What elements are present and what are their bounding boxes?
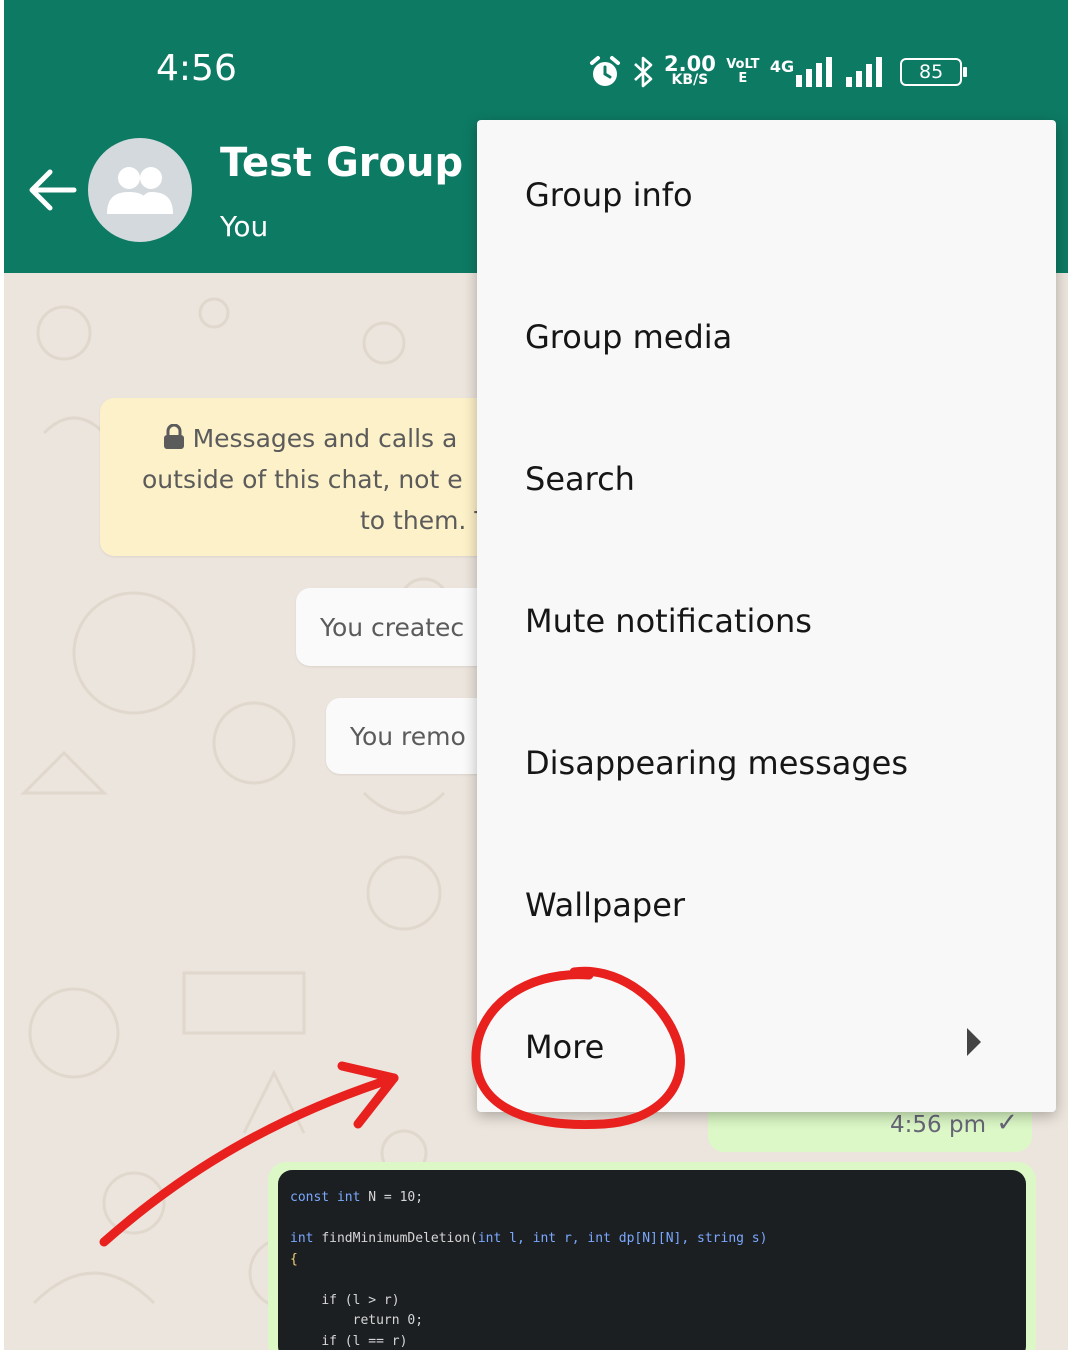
code-token: int l, int r, int dp[N][N], string s): [477, 1231, 768, 1246]
signal-4g: 4G: [770, 57, 836, 87]
code-token: const: [290, 1190, 330, 1205]
menu-item-more[interactable]: More: [525, 976, 1025, 1118]
encryption-line-3: to them. T: [360, 506, 490, 535]
code-line: return 0;: [352, 1313, 424, 1328]
code-token: N = 10;: [368, 1190, 424, 1205]
volte-badge: VoLTE: [726, 57, 760, 86]
menu-item-label: Wallpaper: [525, 886, 686, 924]
encryption-notice[interactable]: Messages and calls a outside of this cha…: [100, 398, 520, 556]
menu-item-label: Group info: [525, 176, 693, 214]
group-icon: [107, 167, 173, 214]
menu-item-search[interactable]: Search: [525, 408, 1025, 550]
menu-item-disappearing-messages[interactable]: Disappearing messages: [525, 692, 1025, 834]
status-icons: 2.00 KB/S VoLTE 4G 85: [588, 50, 968, 94]
overflow-menu: Group info Group media Search Mute notif…: [477, 120, 1056, 1112]
menu-item-wallpaper[interactable]: Wallpaper: [525, 834, 1025, 976]
menu-item-label: Group media: [525, 318, 733, 356]
code-token: {: [290, 1251, 298, 1267]
system-message-created-text: You createc: [320, 612, 465, 642]
encryption-line-1: Messages and calls a: [192, 424, 458, 453]
menu-item-label: Disappearing messages: [525, 744, 909, 782]
code-token: int: [336, 1190, 361, 1205]
network-type: 4G: [769, 57, 795, 76]
menu-item-label: More: [525, 1028, 605, 1066]
lock-icon: [163, 423, 184, 449]
code-snippet-image[interactable]: const int N = 10; int findMinimumDeletio…: [278, 1170, 1026, 1350]
menu-item-group-info[interactable]: Group info: [525, 124, 1025, 266]
network-speed: 2.00 KB/S: [664, 52, 716, 89]
signal-bars-icon: [796, 57, 833, 87]
signal-bars-icon-2: [846, 57, 883, 87]
menu-item-label: Search: [525, 460, 635, 498]
bluetooth-icon: [634, 56, 653, 88]
code-line: if (l == r): [321, 1333, 408, 1349]
code-token: findMinimumDeletion(: [321, 1231, 478, 1246]
group-avatar[interactable]: [88, 138, 192, 242]
submenu-arrow-icon: [967, 1028, 981, 1056]
encryption-line-2: outside of this chat, not e: [142, 465, 463, 494]
status-time: 4:56: [156, 48, 237, 89]
code-line: if (l > r): [321, 1292, 400, 1308]
code-token: int: [290, 1231, 314, 1246]
system-message-removed-text: You remo: [350, 721, 466, 751]
network-speed-value: 2.00: [664, 52, 716, 76]
network-speed-unit: KB/S: [671, 72, 709, 88]
group-subtitle[interactable]: You: [220, 210, 268, 243]
menu-item-group-media[interactable]: Group media: [525, 266, 1025, 408]
alarm-icon: [590, 56, 620, 86]
menu-item-mute-notifications[interactable]: Mute notifications: [525, 550, 1025, 692]
back-arrow-icon[interactable]: [24, 164, 80, 216]
menu-item-label: Mute notifications: [525, 602, 812, 640]
group-title[interactable]: Test Group: [220, 140, 463, 186]
battery-indicator: 85: [900, 58, 968, 86]
screen: 4:56 2.00 KB/S VoLTE 4G 85 Test Group Yo…: [4, 0, 1068, 1350]
code-image-message[interactable]: const int N = 10; int findMinimumDeletio…: [268, 1162, 1036, 1350]
